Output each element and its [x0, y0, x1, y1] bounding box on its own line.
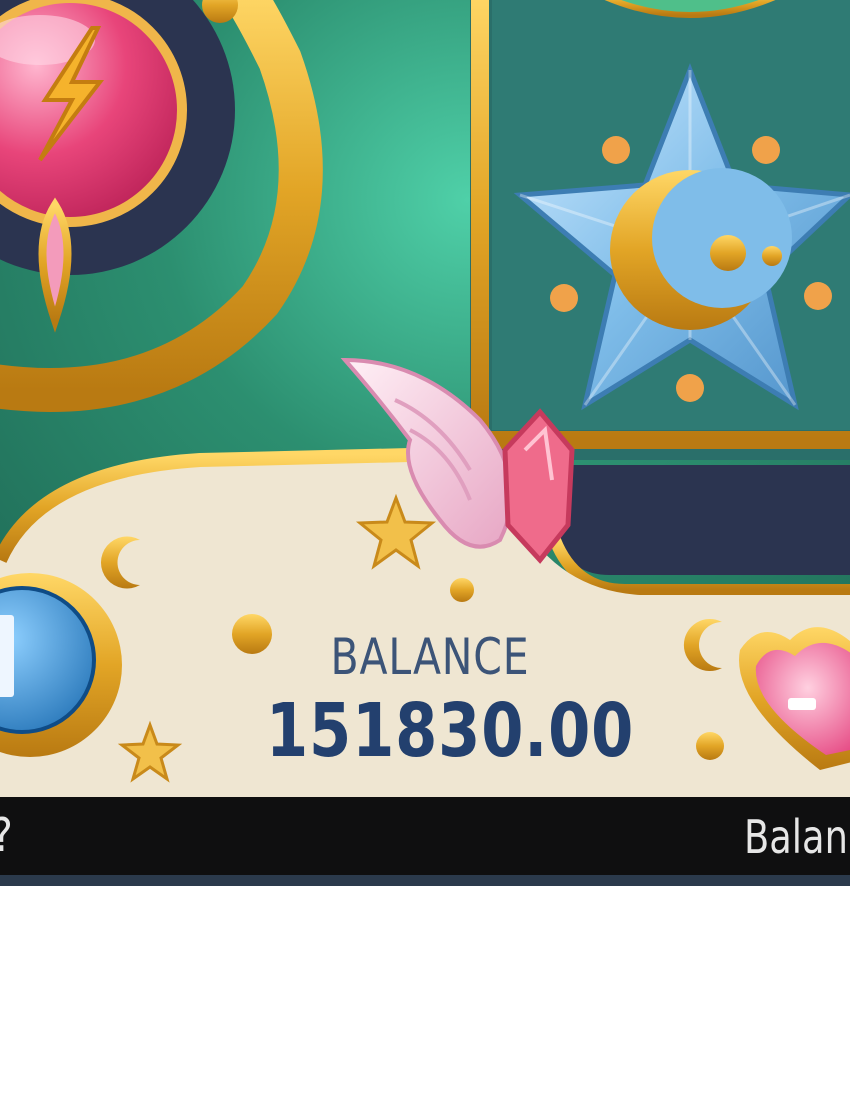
- balance-bar-label: Balan: [744, 810, 848, 864]
- game-screen: BALANCE 151830.00 ? Balan: [0, 0, 850, 886]
- balance-label: BALANCE: [330, 628, 530, 686]
- balance-value: 151830.00: [266, 688, 635, 774]
- bottom-status-bar: [0, 797, 850, 875]
- help-text[interactable]: ?: [0, 808, 13, 862]
- reel-preview-strip: [0, 875, 850, 886]
